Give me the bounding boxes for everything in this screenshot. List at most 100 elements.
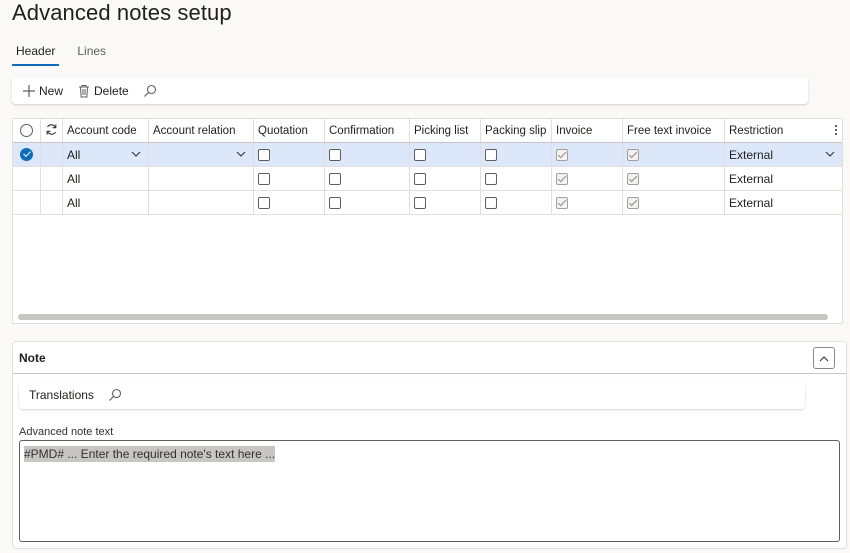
col-header-account-code[interactable]: Account code — [63, 119, 149, 142]
picking-list-checkbox[interactable] — [410, 167, 481, 190]
free-text-invoice-checkbox[interactable] — [623, 143, 725, 166]
row-select-cell[interactable] — [13, 191, 41, 214]
note-search-button[interactable] — [108, 388, 122, 402]
checkbox-icon — [485, 196, 497, 209]
chevron-down-icon — [130, 148, 142, 160]
account-code-select[interactable]: All — [63, 143, 149, 166]
col-header-restriction-label: Restriction — [729, 124, 784, 137]
new-button-label: New — [39, 83, 64, 98]
invoice-checkbox[interactable] — [552, 143, 623, 166]
plus-icon — [22, 84, 36, 98]
page-title: Advanced notes setup — [12, 0, 232, 25]
translations-button[interactable]: Translations — [29, 388, 94, 402]
refresh-button[interactable] — [41, 119, 63, 142]
checkbox-icon — [485, 148, 497, 161]
checkbox-icon — [485, 172, 497, 185]
col-header-free-text-invoice[interactable]: Free text invoice — [623, 119, 725, 142]
restriction-value: External — [729, 195, 774, 210]
row-select-radio[interactable] — [13, 143, 41, 166]
note-toolbar: Translations — [19, 381, 805, 409]
checkbox-checked-icon — [556, 196, 568, 209]
tab-header[interactable]: Header — [12, 42, 60, 66]
free-text-invoice-checkbox[interactable] — [623, 191, 725, 214]
chevron-up-icon — [819, 349, 829, 367]
checkbox-checked-icon — [627, 148, 639, 161]
row-spacer — [41, 191, 63, 214]
collapse-button[interactable] — [813, 347, 835, 369]
quotation-checkbox[interactable] — [254, 191, 325, 214]
account-relation-cell[interactable] — [149, 191, 254, 214]
col-header-invoice[interactable]: Invoice — [552, 119, 623, 142]
col-header-quotation[interactable]: Quotation — [254, 119, 325, 142]
packing-slip-checkbox[interactable] — [481, 143, 552, 166]
checkbox-icon — [258, 172, 270, 185]
table-row[interactable]: All External — [13, 191, 842, 215]
quotation-checkbox[interactable] — [254, 143, 325, 166]
checkbox-icon — [414, 172, 426, 185]
confirmation-checkbox[interactable] — [325, 167, 410, 190]
delete-button[interactable]: Delete — [77, 84, 129, 98]
search-button[interactable] — [143, 84, 157, 98]
grid-header-row: Account code Account relation Quotation … — [13, 119, 842, 143]
restriction-cell[interactable]: External — [725, 167, 842, 190]
account-code-cell[interactable]: All — [63, 167, 149, 190]
picking-list-checkbox[interactable] — [410, 191, 481, 214]
delete-button-label: Delete — [94, 83, 129, 98]
notes-grid: Account code Account relation Quotation … — [12, 118, 843, 324]
checkmark-circle-icon — [20, 148, 33, 161]
picking-list-checkbox[interactable] — [410, 143, 481, 166]
confirmation-checkbox[interactable] — [325, 143, 410, 166]
advanced-note-text-label: Advanced note text — [19, 426, 114, 438]
checkbox-checked-icon — [627, 172, 639, 185]
note-text-value: #PMD# ... Enter the required note's text… — [24, 446, 276, 462]
tab-lines[interactable]: Lines — [73, 42, 110, 66]
col-header-account-relation[interactable]: Account relation — [149, 119, 254, 142]
packing-slip-checkbox[interactable] — [481, 191, 552, 214]
restriction-select[interactable]: External — [725, 143, 842, 166]
checkbox-checked-icon — [556, 148, 568, 161]
checkbox-icon — [414, 148, 426, 161]
chevron-down-icon — [235, 148, 247, 160]
table-row[interactable]: All External — [13, 143, 842, 167]
checkbox-icon — [258, 148, 270, 161]
select-all-radio[interactable] — [13, 119, 41, 142]
search-icon — [108, 388, 122, 402]
quotation-checkbox[interactable] — [254, 167, 325, 190]
invoice-checkbox[interactable] — [552, 167, 623, 190]
row-select-cell[interactable] — [13, 167, 41, 190]
account-code-value: All — [67, 195, 81, 210]
checkbox-icon — [329, 148, 341, 161]
confirmation-checkbox[interactable] — [325, 191, 410, 214]
tab-bar: Header Lines — [12, 42, 110, 66]
col-header-packing-slip[interactable]: Packing slip — [481, 119, 552, 142]
invoice-checkbox[interactable] — [552, 191, 623, 214]
packing-slip-checkbox[interactable] — [481, 167, 552, 190]
note-panel: Note Translations Advanced note text #PM… — [12, 341, 847, 549]
note-header: Note — [13, 342, 846, 374]
restriction-cell[interactable]: External — [725, 191, 842, 214]
refresh-icon — [45, 123, 58, 139]
account-code-cell[interactable]: All — [63, 191, 149, 214]
col-header-confirmation[interactable]: Confirmation — [325, 119, 410, 142]
table-row[interactable]: All External — [13, 167, 842, 191]
account-code-value: All — [67, 171, 81, 186]
radio-empty-icon — [20, 124, 33, 137]
account-code-value: All — [67, 147, 81, 162]
col-header-restriction[interactable]: Restriction — [725, 119, 842, 142]
checkbox-checked-icon — [627, 196, 639, 209]
search-icon — [143, 84, 157, 98]
new-button[interactable]: New — [22, 84, 63, 98]
free-text-invoice-checkbox[interactable] — [623, 167, 725, 190]
col-header-picking-list[interactable]: Picking list — [410, 119, 481, 142]
account-relation-cell[interactable] — [149, 167, 254, 190]
horizontal-scrollbar[interactable] — [18, 314, 828, 320]
account-relation-select[interactable] — [149, 143, 254, 166]
row-spacer — [41, 167, 63, 190]
restriction-value: External — [729, 171, 774, 186]
chevron-down-icon — [824, 148, 836, 160]
checkbox-checked-icon — [556, 172, 568, 185]
more-options-icon[interactable] — [834, 124, 838, 139]
advanced-note-textarea[interactable]: #PMD# ... Enter the required note's text… — [19, 440, 840, 542]
trash-icon — [77, 84, 91, 98]
checkbox-icon — [329, 172, 341, 185]
